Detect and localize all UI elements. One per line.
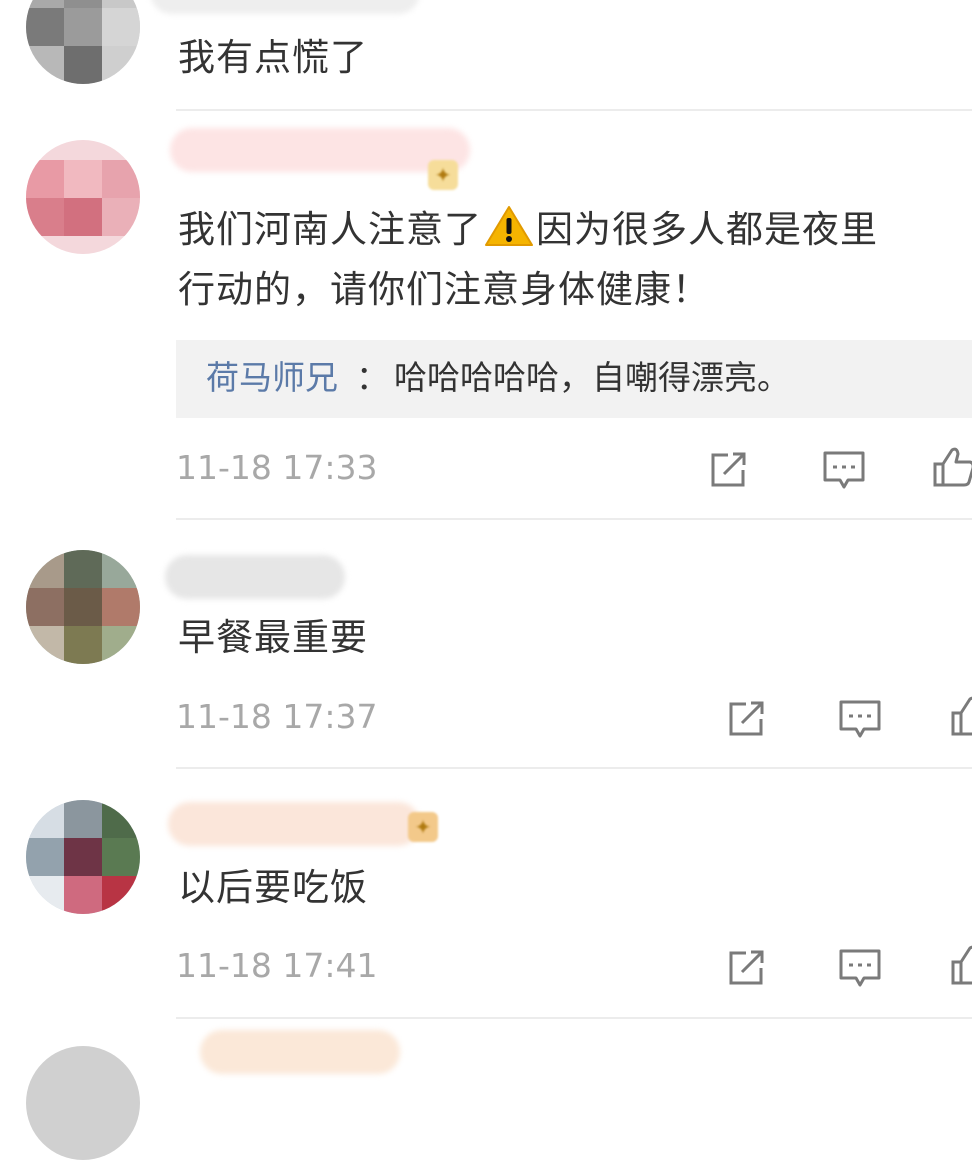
divider <box>176 1017 972 1019</box>
reply-text: 哈哈哈哈哈，自嘲得漂亮。 <box>394 358 790 397</box>
timestamp: 11-18 17:33 <box>176 448 378 487</box>
comment-text-line2: 行动的，请你们注意身体健康！ <box>178 268 710 311</box>
share-icon[interactable] <box>724 946 768 990</box>
warning-icon <box>484 204 534 248</box>
member-badge-icon: ✦ <box>428 160 458 190</box>
member-badge-icon: ✦ <box>408 812 438 842</box>
reply-box[interactable]: 荷马师兄 ： 哈哈哈哈哈，自嘲得漂亮。 <box>176 340 972 418</box>
comment-text-part: 因为很多人都是夜里 <box>536 208 878 251</box>
thumbs-up-icon[interactable] <box>950 693 972 737</box>
username-redacted[interactable] <box>200 1030 400 1074</box>
thumbs-up-icon[interactable] <box>950 942 972 986</box>
avatar[interactable] <box>26 140 140 254</box>
thumbs-up-icon[interactable] <box>932 444 972 488</box>
username-redacted[interactable] <box>165 555 345 599</box>
divider <box>176 109 972 111</box>
reply-separator: ： <box>356 358 389 397</box>
share-icon[interactable] <box>724 697 768 741</box>
comment-text: 以后要吃饭 <box>178 866 368 909</box>
avatar[interactable] <box>26 550 140 664</box>
username-redacted[interactable] <box>168 802 420 846</box>
comment-icon[interactable] <box>838 697 882 741</box>
username-redacted[interactable] <box>170 128 470 172</box>
comment-text-line1: 我们河南人注意了 因为很多人都是夜里 <box>178 200 878 260</box>
divider <box>176 767 972 769</box>
timestamp: 11-18 17:41 <box>176 946 378 985</box>
reply-author-link[interactable]: 荷马师兄 <box>206 356 338 400</box>
username-redacted[interactable] <box>150 0 420 14</box>
comment-icon[interactable] <box>838 946 882 990</box>
comment-text: 早餐最重要 <box>178 616 368 659</box>
comment-text: 我有点慌了 <box>178 36 368 79</box>
comment-text-part: 我们河南人注意了 <box>178 208 482 251</box>
avatar[interactable] <box>26 0 140 84</box>
share-icon[interactable] <box>706 448 750 492</box>
avatar[interactable] <box>26 800 140 914</box>
divider <box>176 518 972 520</box>
timestamp: 11-18 17:37 <box>176 697 378 736</box>
comment-icon[interactable] <box>822 448 866 492</box>
avatar[interactable] <box>26 1046 140 1160</box>
